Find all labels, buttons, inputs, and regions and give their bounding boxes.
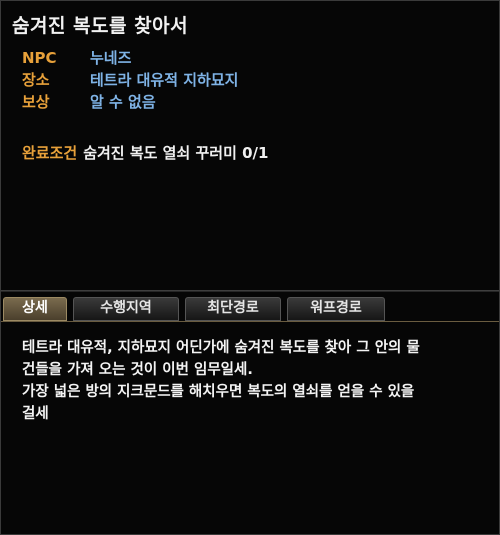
reward-row: 보상 알 수 없음: [22, 91, 238, 113]
section-divider: [1, 290, 499, 292]
quest-window: 숨겨진 복도를 찾아서 NPC 누네즈 장소 테트라 대유적 지하묘지 보상 알 수 …: [0, 0, 500, 535]
completion-condition: 완료조건 숨겨진 복도 열쇠 꾸러미 0/1: [22, 142, 268, 164]
tab-bar: 상세 수행지역 최단경로 워프경로: [3, 297, 385, 321]
tab-mission-area[interactable]: 수행지역: [73, 297, 179, 321]
npc-value[interactable]: 누네즈: [90, 49, 131, 67]
tab-details[interactable]: 상세: [3, 297, 67, 321]
quest-title: 숨겨진 복도를 찾아서: [12, 15, 189, 37]
tab-underline: [1, 321, 499, 322]
place-label: 장소: [22, 71, 50, 89]
npc-row: NPC 누네즈: [22, 47, 238, 69]
tab-shortest-route[interactable]: 최단경로: [185, 297, 281, 321]
condition-label: 완료조건: [22, 144, 78, 162]
description-line: 건들을 가져 오는 것이 이번 임무일세.: [22, 362, 253, 378]
place-value[interactable]: 테트라 대유적 지하묘지: [90, 71, 238, 89]
npc-label: NPC: [22, 49, 57, 67]
reward-value: 알 수 없음: [90, 93, 156, 111]
quest-description: 테트라 대유적, 지하묘지 어딘가에 숨겨진 복도를 찾아 그 안의 물 건들을…: [22, 337, 488, 425]
tab-warp-route[interactable]: 워프경로: [287, 297, 385, 321]
quest-info: NPC 누네즈 장소 테트라 대유적 지하묘지 보상 알 수 없음: [22, 47, 238, 113]
description-line: 가장 넓은 방의 지크문드를 해치우면 복도의 열쇠를 얻을 수 있을: [22, 384, 415, 400]
place-row: 장소 테트라 대유적 지하묘지: [22, 69, 238, 91]
condition-value: 숨겨진 복도 열쇠 꾸러미 0/1: [83, 144, 269, 162]
description-line: 테트라 대유적, 지하묘지 어딘가에 숨겨진 복도를 찾아 그 안의 물: [22, 340, 420, 356]
description-line: 걸세: [22, 406, 49, 422]
reward-label: 보상: [22, 93, 50, 111]
